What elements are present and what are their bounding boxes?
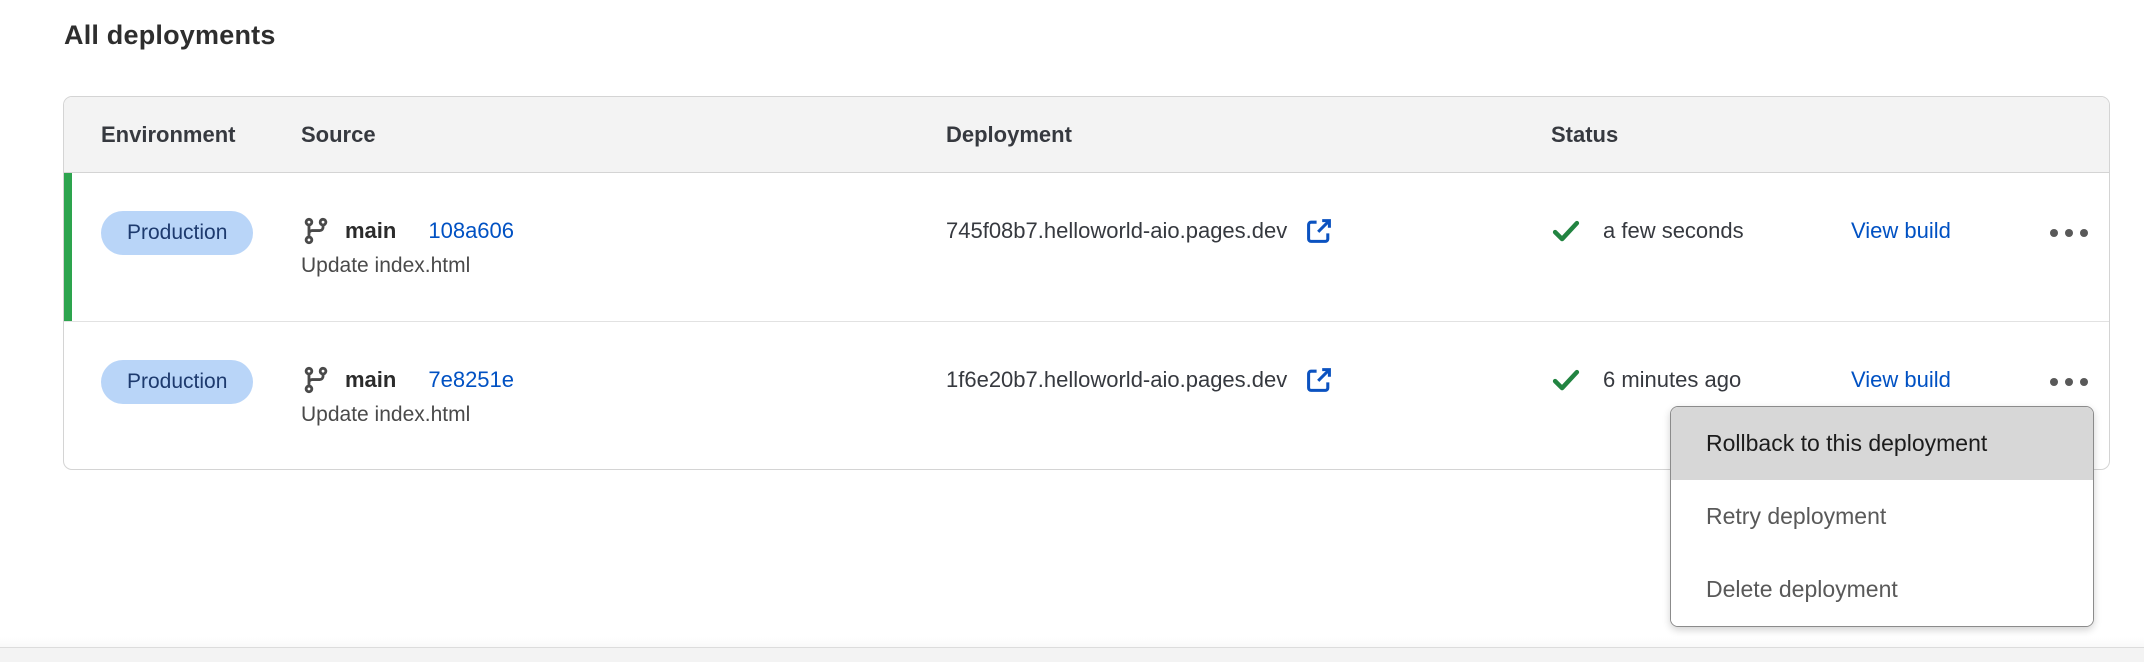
source-cell: main 108a606 Update index.html: [301, 211, 946, 278]
section-divider-fade: [0, 637, 2144, 647]
environment-badge: Production: [101, 211, 253, 255]
commit-message: Update index.html: [301, 254, 946, 278]
column-header-deployment: Deployment: [946, 122, 1551, 148]
source-cell: main 7e8251e Update index.html: [301, 360, 946, 427]
commit-link[interactable]: 7e8251e: [428, 367, 514, 393]
deployment-cell: 1f6e20b7.helloworld-aio.pages.dev: [946, 360, 1551, 400]
external-link-icon[interactable]: [1303, 364, 1335, 396]
menu-item-rollback[interactable]: Rollback to this deployment: [1671, 407, 2093, 480]
row-actions-menu-button[interactable]: [2046, 368, 2092, 396]
deployment-cell: 745f08b7.helloworld-aio.pages.dev: [946, 211, 1551, 251]
table-header-row: Environment Source Deployment Status: [64, 97, 2109, 173]
deployment-actions-menu: Rollback to this deployment Retry deploy…: [1670, 406, 2094, 627]
row-actions-menu-button[interactable]: [2046, 219, 2092, 247]
view-build-link[interactable]: View build: [1851, 218, 1951, 244]
ellipsis-dot: [2065, 229, 2073, 237]
ellipsis-dot: [2065, 378, 2073, 386]
commit-message: Update index.html: [301, 403, 946, 427]
status-cell: 6 minutes ago: [1551, 360, 1851, 400]
deployment-url: 1f6e20b7.helloworld-aio.pages.dev: [946, 367, 1287, 393]
column-header-source: Source: [301, 122, 946, 148]
column-header-status: Status: [1551, 122, 1851, 148]
ellipsis-dot: [2080, 378, 2088, 386]
environment-badge: Production: [101, 360, 253, 404]
commit-link[interactable]: 108a606: [428, 218, 514, 244]
status-time: a few seconds: [1603, 218, 1744, 244]
current-deployment-indicator: [64, 173, 72, 321]
deployment-url: 745f08b7.helloworld-aio.pages.dev: [946, 218, 1287, 244]
status-cell: a few seconds: [1551, 211, 1851, 251]
success-check-icon: [1551, 365, 1581, 395]
branch-name: main: [345, 367, 396, 393]
menu-item-delete[interactable]: Delete deployment: [1671, 553, 2093, 626]
view-build-link[interactable]: View build: [1851, 367, 1951, 393]
status-time: 6 minutes ago: [1603, 367, 1741, 393]
branch-name: main: [345, 218, 396, 244]
external-link-icon[interactable]: [1303, 215, 1335, 247]
table-row: Production main 108a606 Update index.htm…: [64, 173, 2109, 321]
ellipsis-dot: [2080, 229, 2088, 237]
page-title: All deployments: [64, 20, 276, 51]
git-branch-icon: [301, 216, 331, 246]
menu-item-retry[interactable]: Retry deployment: [1671, 480, 2093, 553]
ellipsis-dot: [2050, 378, 2058, 386]
column-header-environment: Environment: [64, 122, 301, 148]
success-check-icon: [1551, 216, 1581, 246]
ellipsis-dot: [2050, 229, 2058, 237]
next-section-edge: [0, 647, 2144, 662]
git-branch-icon: [301, 365, 331, 395]
